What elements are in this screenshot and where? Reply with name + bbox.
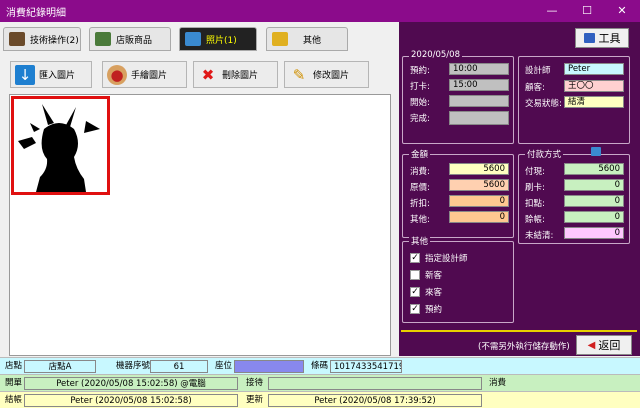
credit-label: 賒帳:: [525, 215, 545, 225]
status-label: 交易狀態:: [525, 99, 562, 109]
save-note: (不需另外執行儲存動作): [478, 342, 570, 352]
tab-products[interactable]: 店販商品: [89, 27, 171, 51]
original-label: 原價:: [410, 183, 430, 193]
photo-area[interactable]: [9, 94, 391, 356]
open-field[interactable]: Peter (2020/05/08 15:02:58) @電腦: [24, 377, 238, 390]
folder-icon: [272, 32, 288, 46]
status-row-close: 結帳 Peter (2020/05/08 15:02:58) 更新 Peter …: [0, 391, 640, 408]
edit-image-button[interactable]: ✎ 修改圖片: [284, 61, 369, 88]
close-field[interactable]: Peter (2020/05/08 15:02:58): [24, 394, 238, 407]
seat-field[interactable]: [234, 360, 304, 373]
update-field[interactable]: Peter (2020/05/08 17:39:52): [268, 394, 482, 407]
title-bar: 消費紀錄明細 — ☐ ✕: [0, 0, 640, 22]
tab-label: 店販商品: [116, 35, 153, 46]
other-amount-label: 其他:: [410, 215, 430, 225]
scissors-icon: [9, 32, 25, 46]
consume-label: 消費:: [410, 167, 430, 177]
discount-field[interactable]: 0: [449, 195, 509, 207]
store-field[interactable]: 店點A: [24, 360, 96, 373]
divider-line: [401, 330, 637, 332]
designer-field[interactable]: Peter: [564, 63, 624, 75]
code-label: 條碼: [311, 361, 329, 371]
barcode-field[interactable]: 1017433541719: [330, 360, 402, 373]
customer-label: 顧客:: [525, 83, 545, 93]
clockin-label: 打卡:: [410, 82, 430, 92]
original-price-field[interactable]: 5600: [449, 179, 509, 191]
tab-technical[interactable]: 技術操作(2): [3, 27, 81, 51]
start-time-field[interactable]: [449, 95, 509, 107]
receive-label: 接待: [246, 378, 264, 388]
returning-customer-checkbox[interactable]: ✓ 來客: [410, 286, 442, 298]
customer-field[interactable]: 王〇〇: [564, 80, 624, 92]
consume-status-label: 消費: [489, 378, 507, 388]
receive-field[interactable]: [268, 377, 482, 390]
draw-image-button[interactable]: ● 手繪圖片: [102, 61, 187, 88]
palette-icon: ●: [107, 64, 127, 85]
unpaid-field[interactable]: 0: [564, 227, 624, 239]
close-button[interactable]: ✕: [606, 0, 638, 22]
new-customer-checkbox[interactable]: 新客: [410, 269, 442, 281]
clockin-time-field[interactable]: 15:00: [449, 79, 509, 91]
tools-button[interactable]: 工具: [575, 28, 629, 48]
other-amount-field[interactable]: 0: [449, 211, 509, 223]
tab-label: 技術操作(2): [30, 35, 79, 46]
status-row-store: 店點 店點A 機器序號 61 座位 條碼 1017433541719: [0, 357, 640, 374]
consume-field[interactable]: 5600: [449, 163, 509, 175]
cash-label: 付現:: [525, 167, 545, 177]
discount-label: 折扣:: [410, 199, 430, 209]
card-label: 刷卡:: [525, 183, 545, 193]
points-label: 扣點:: [525, 199, 545, 209]
seat-label: 座位: [215, 361, 233, 371]
delete-image-button[interactable]: ✖ 刪除圖片: [193, 61, 278, 88]
hair-silhouette-image: [18, 104, 100, 192]
bottles-icon: [95, 32, 111, 46]
back-button[interactable]: ◀ 返回: [576, 335, 632, 355]
designated-designer-checkbox[interactable]: ✓ 指定設計師: [410, 252, 468, 264]
maximize-button[interactable]: ☐: [571, 0, 603, 22]
card-field[interactable]: 0: [564, 179, 624, 191]
reserve-label: 預約:: [410, 66, 430, 76]
import-icon: ↓: [15, 64, 35, 85]
payment-detail-icon[interactable]: [591, 147, 601, 156]
photo-thumbnail[interactable]: [11, 96, 110, 195]
cash-field[interactable]: 5600: [564, 163, 624, 175]
unpaid-label: 未結清:: [525, 231, 554, 241]
photo-icon: [185, 32, 201, 46]
tab-label: 照片(1): [206, 35, 237, 46]
checkbox-box: ✓: [410, 287, 420, 297]
status-field[interactable]: 結清: [564, 96, 624, 108]
finish-label: 完成:: [410, 114, 430, 124]
pencil-icon: ✎: [292, 65, 306, 84]
payment-title: 付款方式: [525, 148, 564, 160]
start-label: 開始:: [410, 98, 430, 108]
other-title: 其他: [409, 235, 431, 247]
tab-photos[interactable]: 照片(1): [179, 27, 257, 51]
checkbox-box: [410, 270, 420, 280]
amount-title: 金額: [409, 148, 431, 160]
status-row-open: 開單 Peter (2020/05/08 15:02:58) @電腦 接待 消費: [0, 374, 640, 391]
back-arrow-icon: ◀: [587, 339, 596, 351]
tab-other[interactable]: 其他: [266, 27, 348, 51]
import-image-button[interactable]: ↓ 匯入圖片: [10, 61, 92, 88]
open-label: 開單: [5, 378, 23, 388]
checkbox-box: ✓: [410, 304, 420, 314]
toolbox-icon: [583, 33, 595, 43]
machine-field[interactable]: 61: [150, 360, 208, 373]
designer-label: 設計師: [525, 66, 551, 76]
finish-time-field[interactable]: [449, 111, 509, 125]
credit-field[interactable]: 0: [564, 211, 624, 223]
reservation-checkbox[interactable]: ✓ 預約: [410, 303, 442, 315]
window-title: 消費紀錄明細: [6, 8, 66, 19]
update-label: 更新: [246, 395, 264, 405]
machine-label: 機器序號: [116, 361, 151, 371]
checkbox-box: ✓: [410, 253, 420, 263]
store-label: 店點: [5, 361, 23, 371]
tab-label: 其他: [303, 35, 322, 46]
points-field[interactable]: 0: [564, 195, 624, 207]
close-label: 結帳: [5, 395, 23, 405]
minimize-button[interactable]: —: [536, 0, 568, 22]
reserve-time-field[interactable]: 10:00: [449, 63, 509, 75]
date-label: 2020/05/08: [409, 50, 462, 60]
delete-x-icon: ✖: [201, 65, 215, 84]
